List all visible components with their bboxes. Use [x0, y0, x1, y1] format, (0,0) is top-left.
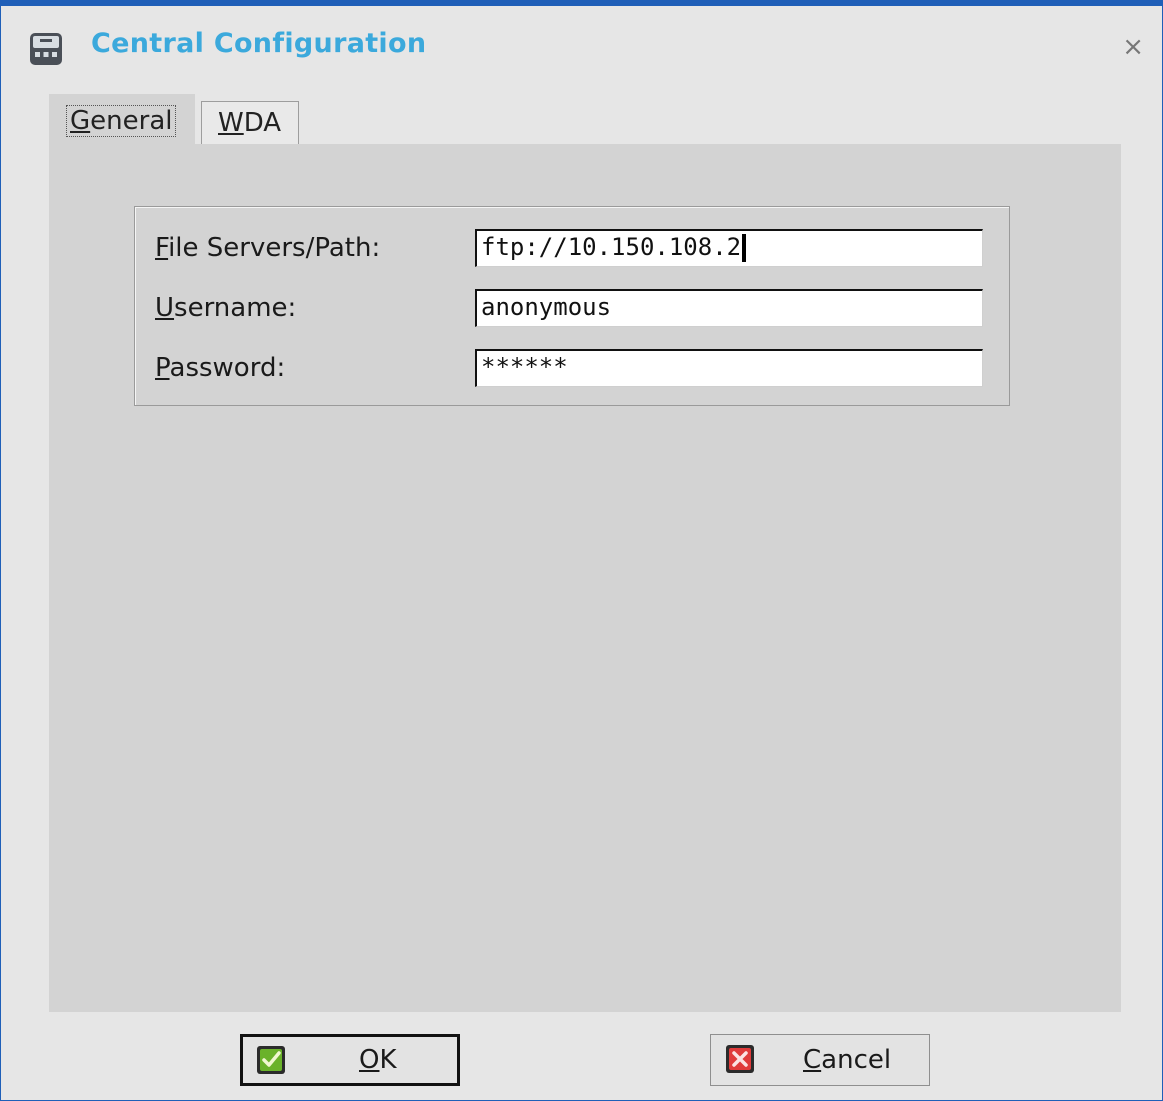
tab-general[interactable]: General [49, 94, 195, 144]
x-icon [726, 1045, 754, 1073]
dialog-window: Central Configuration × General WDA File… [0, 0, 1163, 1101]
password-input[interactable]: ****** [475, 349, 983, 387]
tab-wda-label: WDA [218, 108, 282, 138]
window-title: Central Configuration [91, 28, 427, 59]
text-caret [742, 234, 747, 262]
general-tab-panel: File Servers/Path: ftp://10.150.108.2 Us… [49, 144, 1121, 1012]
tab-wda[interactable]: WDA [201, 101, 299, 147]
file-servers-input[interactable]: ftp://10.150.108.2 [475, 229, 983, 267]
cancel-button-label: Cancel [803, 1045, 892, 1075]
file-servers-label: File Servers/Path: [155, 233, 381, 263]
ok-button-label: OK [359, 1045, 397, 1075]
cancel-button[interactable]: Cancel [710, 1034, 930, 1086]
username-label: Username: [155, 293, 297, 323]
close-icon[interactable]: × [1122, 34, 1144, 60]
title-bar: Central Configuration × [1, 6, 1162, 86]
app-icon [30, 33, 62, 65]
server-settings-group: File Servers/Path: ftp://10.150.108.2 Us… [134, 206, 1010, 406]
password-label: Password: [155, 353, 286, 383]
check-icon [257, 1046, 285, 1074]
ok-button[interactable]: OK [240, 1034, 460, 1086]
tab-general-label: General [66, 105, 177, 137]
username-input[interactable]: anonymous [475, 289, 983, 327]
